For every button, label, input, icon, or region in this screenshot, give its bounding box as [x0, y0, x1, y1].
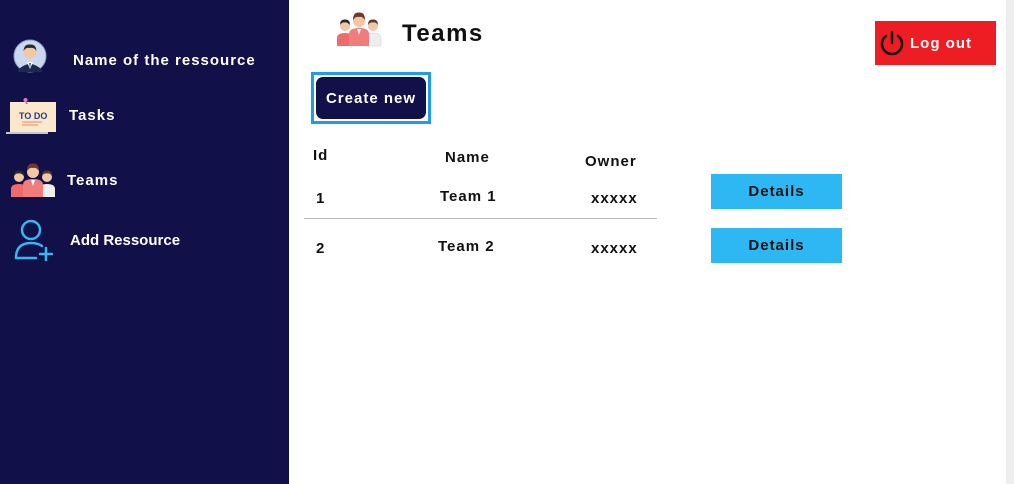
sidebar-item-tasks[interactable]: TO DO Tasks — [0, 95, 289, 135]
cell-owner: xxxxx — [591, 190, 638, 207]
cell-name: Team 2 — [438, 238, 495, 255]
page-title: Teams — [402, 20, 484, 47]
sidebar-item-teams[interactable]: Teams — [0, 158, 289, 198]
create-new-focus-ring[interactable]: Create new — [311, 72, 431, 124]
todo-note-icon: TO DO — [6, 97, 58, 140]
sidebar-item-label: Tasks — [69, 107, 116, 124]
create-new-button[interactable]: Create new — [316, 77, 426, 119]
details-button[interactable]: Details — [711, 228, 842, 263]
row-divider — [304, 218, 657, 219]
details-button[interactable]: Details — [711, 174, 842, 209]
sidebar: Name of the ressource TO DO Tasks Teams … — [0, 0, 289, 484]
sidebar-item-profile[interactable]: Name of the ressource — [0, 36, 289, 80]
app-window: Name of the ressource TO DO Tasks Teams … — [0, 0, 1014, 484]
avatar-icon — [13, 38, 47, 79]
cell-id: 1 — [316, 190, 326, 207]
cell-id: 2 — [316, 240, 326, 257]
todo-icon-text: TO DO — [19, 111, 47, 121]
logout-button[interactable]: Log out — [875, 21, 996, 65]
team-people-icon — [10, 160, 56, 203]
team-people-icon — [334, 9, 384, 52]
column-header-name: Name — [445, 149, 490, 166]
sidebar-item-label: Add Ressource — [70, 232, 181, 249]
column-header-owner: Owner — [585, 153, 637, 170]
sidebar-item-label: Name of the ressource — [73, 52, 256, 69]
window-edge — [1006, 0, 1014, 484]
add-user-icon — [14, 218, 56, 267]
cell-name: Team 1 — [440, 188, 497, 205]
logout-label: Log out — [910, 35, 972, 52]
sidebar-item-label: Teams — [67, 172, 119, 189]
sidebar-item-add-ressource[interactable]: Add Ressource — [0, 218, 289, 262]
column-header-id: Id — [313, 147, 329, 164]
cell-owner: xxxxx — [591, 240, 638, 257]
power-icon — [878, 29, 906, 61]
